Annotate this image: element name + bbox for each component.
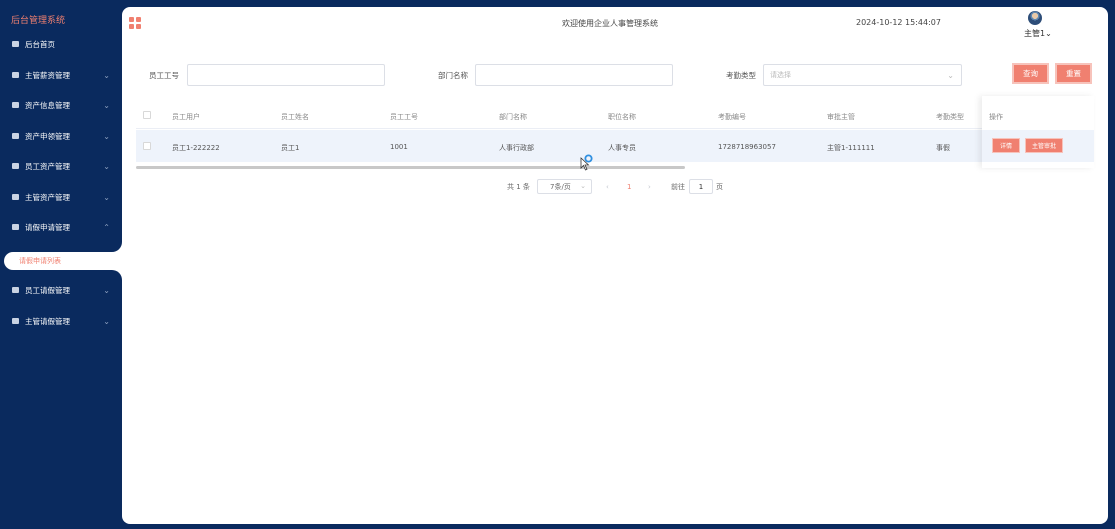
pagination-total: 共 1 条 xyxy=(507,183,530,191)
cell-type: 事假 xyxy=(936,144,950,152)
column-header: 审批主管 xyxy=(827,113,855,121)
sidebar-item-label: 主管资产管理 xyxy=(25,192,70,202)
sidebar-item-label: 主管请假管理 xyxy=(25,316,70,326)
sidebar-subitem-leave-list[interactable]: 请假申请列表 xyxy=(4,252,122,270)
cell-user: 员工1-222222 xyxy=(172,144,220,152)
loading-spinner-icon xyxy=(584,154,593,163)
select-all-checkbox[interactable] xyxy=(143,111,151,119)
cell-emp-no: 1001 xyxy=(390,143,408,151)
cell-dept: 人事行政部 xyxy=(499,144,534,152)
employee-id-input[interactable] xyxy=(187,64,385,86)
select-placeholder: 请选择 xyxy=(770,71,791,79)
active-notch xyxy=(110,240,122,252)
employee-id-label: 员工工号 xyxy=(149,71,179,80)
cell-position: 人事专员 xyxy=(608,144,636,152)
sidebar-item-label: 资产信息管理 xyxy=(25,100,70,110)
page-size-value: 7条/页 xyxy=(550,182,571,191)
operations-cell: 详情 主管审批 xyxy=(982,130,1094,162)
goto-page-input[interactable]: 1 xyxy=(689,179,713,194)
menu-icon xyxy=(12,318,19,324)
sidebar-item-label: 员工请假管理 xyxy=(25,285,70,295)
page-suffix: 页 xyxy=(716,183,723,191)
cell-name: 员工1 xyxy=(281,144,300,152)
chevron-up-icon: ⌃ xyxy=(103,222,110,232)
chevron-down-icon: ⌄ xyxy=(103,161,110,171)
sidebar: 后台管理系统 后台首页 主管薪资管理 ⌄ 资产信息管理 ⌄ 资产申领管理 ⌄ 员… xyxy=(0,0,122,529)
user-menu[interactable]: 主管1⌄ xyxy=(1024,28,1052,39)
sidebar-item-leave-request[interactable]: 请假申请管理 ⌃ xyxy=(0,214,122,240)
dept-input[interactable] xyxy=(475,64,673,86)
chevron-down-icon: ⌄ xyxy=(103,100,110,110)
menu-icon xyxy=(12,194,19,200)
sidebar-item-label: 请假申请管理 xyxy=(25,222,70,232)
chevron-down-icon: ⌄ xyxy=(103,70,110,80)
sidebar-item-manager-asset[interactable]: 主管资产管理 ⌄ xyxy=(0,184,122,210)
menu-icon xyxy=(12,133,19,139)
table-row[interactable]: 员工1-222222 员工1 1001 人事行政部 人事专员 172871896… xyxy=(136,130,1094,162)
chevron-down-icon: ⌄ xyxy=(103,285,110,295)
brand-title: 后台管理系统 xyxy=(11,16,66,26)
prev-page-button[interactable]: ‹ xyxy=(606,180,609,194)
main-panel: 欢迎使用企业人事管理系统 2024-10-12 15:44:07 主管1⌄ 员工… xyxy=(122,7,1108,524)
column-header: 员工用户 xyxy=(172,113,200,121)
menu-icon xyxy=(12,72,19,78)
menu-icon xyxy=(12,163,19,169)
sidebar-item-employee-leave[interactable]: 员工请假管理 ⌄ xyxy=(0,277,122,303)
chevron-down-icon: ⌄ xyxy=(103,192,110,202)
horizontal-scrollbar[interactable] xyxy=(136,166,685,169)
row-checkbox[interactable] xyxy=(143,142,151,150)
menu-toggle-icon[interactable] xyxy=(129,17,141,29)
column-header: 考勤编号 xyxy=(718,113,746,121)
cell-attendance-no: 1728718963057 xyxy=(718,143,776,151)
menu-icon xyxy=(12,287,19,293)
datetime: 2024-10-12 15:44:07 xyxy=(856,18,941,27)
column-header: 操作 xyxy=(989,113,1003,121)
table-header: 员工用户 员工姓名 员工工号 部门名称 职位名称 考勤编号 审批主管 考勤类型 xyxy=(136,101,1094,129)
sidebar-item-label: 后台首页 xyxy=(25,39,55,49)
avatar[interactable] xyxy=(1028,11,1042,25)
cell-approver: 主管1-111111 xyxy=(827,144,875,152)
chevron-down-icon: ⌄ xyxy=(103,316,110,326)
reset-button[interactable]: 重置 xyxy=(1055,63,1092,84)
page-size-select[interactable]: 7条/页 ⌄ xyxy=(537,179,592,194)
chevron-down-icon: ⌄ xyxy=(103,131,110,141)
sidebar-item-manager-leave[interactable]: 主管请假管理 ⌄ xyxy=(0,308,122,334)
sidebar-item-asset-claim[interactable]: 资产申领管理 ⌄ xyxy=(0,123,122,149)
query-button[interactable]: 查询 xyxy=(1012,63,1049,84)
sidebar-item-label: 员工资产管理 xyxy=(25,161,70,171)
column-header: 部门名称 xyxy=(499,113,527,121)
menu-icon xyxy=(12,102,19,108)
sidebar-item-manager-salary[interactable]: 主管薪资管理 ⌄ xyxy=(0,62,122,88)
sidebar-item-asset-info[interactable]: 资产信息管理 ⌄ xyxy=(0,92,122,118)
chevron-down-icon: ⌄ xyxy=(580,182,586,190)
sidebar-item-label: 主管薪资管理 xyxy=(25,70,70,80)
current-page[interactable]: 1 xyxy=(627,180,631,194)
attendance-type-label: 考勤类型 xyxy=(726,71,756,80)
sidebar-item-home[interactable]: 后台首页 xyxy=(0,31,122,57)
chevron-down-icon: ⌄ xyxy=(947,71,954,80)
column-header: 员工姓名 xyxy=(281,113,309,121)
dept-label: 部门名称 xyxy=(438,71,468,80)
attendance-type-select[interactable]: 请选择 ⌄ xyxy=(763,64,962,86)
next-page-button[interactable]: › xyxy=(648,180,651,194)
column-header: 考勤类型 xyxy=(936,113,964,121)
sidebar-item-employee-asset[interactable]: 员工资产管理 ⌄ xyxy=(0,153,122,179)
column-header: 职位名称 xyxy=(608,113,636,121)
goto-label: 前往 xyxy=(671,183,685,191)
menu-icon xyxy=(12,224,19,230)
approve-button[interactable]: 主管审批 xyxy=(1025,138,1063,153)
operations-column: 操作 详情 主管审批 xyxy=(982,96,1094,168)
menu-icon xyxy=(12,41,19,47)
column-header: 员工工号 xyxy=(390,113,418,121)
sidebar-item-label: 资产申领管理 xyxy=(25,131,70,141)
detail-button[interactable]: 详情 xyxy=(992,138,1020,153)
page-title: 欢迎使用企业人事管理系统 xyxy=(562,19,658,28)
